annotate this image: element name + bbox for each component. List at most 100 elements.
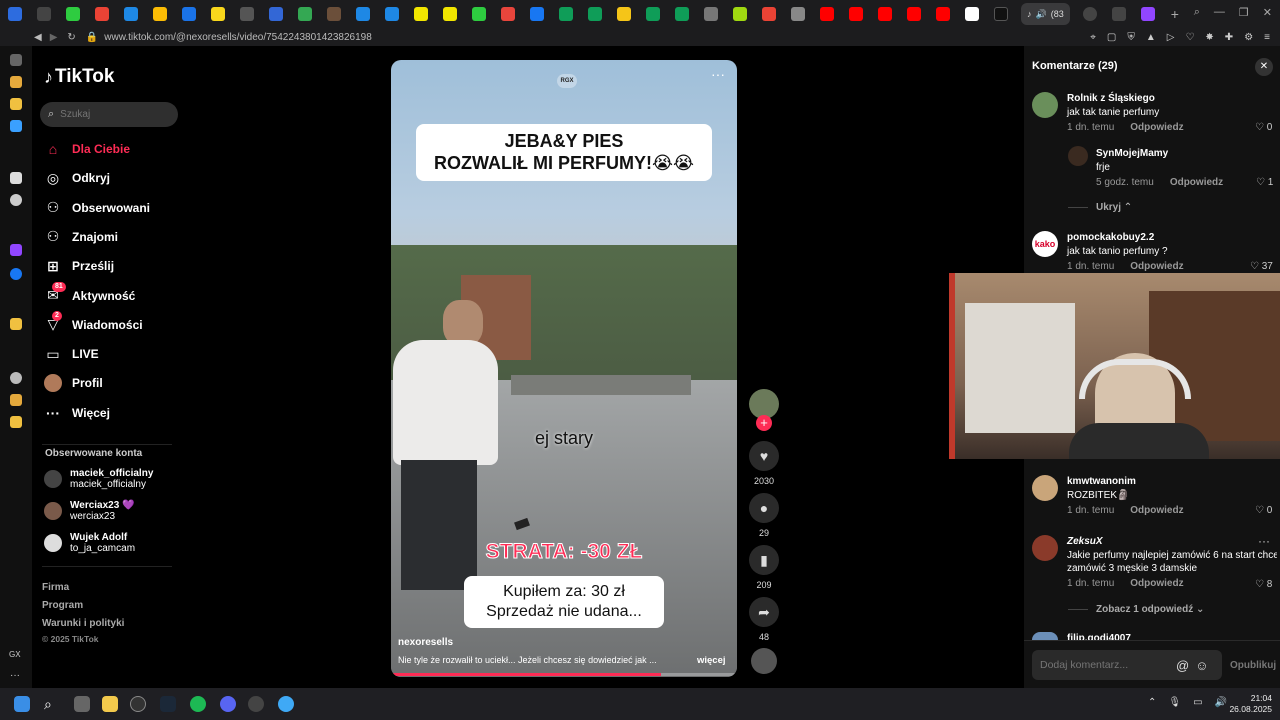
history-icon[interactable]	[10, 372, 22, 384]
bookmark-icon[interactable]: ⌖	[1090, 32, 1096, 43]
commenter-avatar[interactable]	[1032, 92, 1058, 118]
sidebar-app-icon[interactable]	[10, 172, 22, 184]
nav-item-home[interactable]: ⌂ Dla Ciebie	[44, 138, 130, 160]
windows-start-icon[interactable]	[14, 696, 30, 712]
youtube-tab-icon[interactable]	[819, 7, 834, 21]
forward-icon[interactable]: ▶	[50, 32, 58, 43]
tab-icon[interactable]	[703, 7, 718, 21]
nav-item-activity[interactable]: ✉ Aktywność 81	[44, 281, 135, 307]
mention-icon[interactable]: @	[1176, 658, 1189, 673]
settings-icon[interactable]	[10, 416, 22, 428]
restore-icon[interactable]: ❐	[1239, 6, 1249, 19]
play-icon[interactable]: ▷	[1167, 32, 1175, 43]
tab-icon[interactable]	[500, 7, 515, 21]
tab-icon[interactable]	[94, 7, 109, 21]
tab-icon[interactable]	[355, 7, 370, 21]
tiktok-logo[interactable]: ♪ TikTok	[44, 66, 114, 88]
tab-icon[interactable]	[471, 7, 486, 21]
tab-icon[interactable]	[181, 7, 196, 21]
tab-icon[interactable]	[558, 7, 573, 21]
tab-icon[interactable]	[790, 7, 805, 21]
new-tab-icon[interactable]: +	[1171, 6, 1179, 22]
tab-icon[interactable]	[36, 7, 51, 21]
spotify-icon[interactable]	[190, 696, 206, 712]
emoji-icon[interactable]: ☺	[1195, 658, 1208, 673]
commenter-avatar[interactable]	[1032, 475, 1058, 501]
close-icon[interactable]: ✕	[1255, 58, 1273, 76]
chevron-up-icon[interactable]: ⌃	[1148, 697, 1156, 708]
comment-user[interactable]: pomockakobuy2.2	[1067, 232, 1184, 243]
search-input[interactable]	[60, 109, 161, 120]
share-icon[interactable]: ➦	[749, 597, 779, 627]
comment-user[interactable]: kmwtwanonim	[1067, 476, 1184, 487]
nav-item-user-follow[interactable]: ⚇ Obserwowani	[44, 197, 150, 219]
menu-icon[interactable]: ≡	[1264, 32, 1270, 43]
extension-icon[interactable]: ▲	[1146, 32, 1156, 43]
comment-input-box[interactable]: @ ☺	[1032, 650, 1222, 680]
search-icon[interactable]: ⌕	[44, 696, 60, 712]
tab-icon[interactable]	[732, 7, 747, 21]
tab-icon[interactable]	[152, 7, 167, 21]
task-view-icon[interactable]	[74, 696, 90, 712]
nav-item-compass[interactable]: ◎ Odkryj	[44, 167, 110, 189]
heart-icon[interactable]: ♡	[1185, 32, 1194, 43]
screenshot-icon[interactable]: ▢	[1107, 32, 1116, 43]
bookmark-icon[interactable]: ▮	[749, 545, 779, 575]
comment-user[interactable]: ZeksuX	[1067, 536, 1277, 547]
tab-icon[interactable]	[297, 7, 312, 21]
tab-icon[interactable]	[384, 7, 399, 21]
comment-input[interactable]	[1040, 659, 1170, 671]
reply-button[interactable]: Odpowiedz	[1130, 261, 1183, 272]
nav-item-live[interactable]: ▭ LIVE	[44, 343, 98, 365]
twitch-icon[interactable]	[10, 244, 22, 256]
video-player[interactable]: RGX ··· JEBA&Y PIES ROZWALIŁ MI PERFUMY!…	[391, 60, 737, 677]
reply-button[interactable]: Odpowiedz	[1130, 505, 1183, 516]
tab-icon[interactable]	[326, 7, 341, 21]
tab-icon[interactable]	[616, 7, 631, 21]
commenter-avatar[interactable]	[1032, 535, 1058, 561]
tab-icon[interactable]	[964, 7, 979, 21]
opera-gx-icon[interactable]	[130, 696, 146, 712]
video-author[interactable]: nexoresells	[398, 637, 453, 648]
url-text[interactable]: www.tiktok.com/@nexoresells/video/754224…	[104, 32, 372, 43]
microphone-icon[interactable]: 🎙	[1168, 697, 1181, 708]
extension-icon[interactable]: ⚙	[1244, 32, 1253, 43]
comment-more-icon[interactable]: ···	[1258, 534, 1270, 548]
speaker-icon[interactable]: 🔊	[1036, 9, 1047, 20]
footer-link-terms[interactable]: Warunki i polityki	[42, 618, 124, 629]
reload-icon[interactable]: ↻	[67, 32, 75, 43]
steam-icon[interactable]	[160, 696, 176, 712]
comment-like[interactable]: ♡ 1	[1256, 177, 1273, 188]
heart-icon[interactable]: ♥	[749, 441, 779, 471]
tab-icon[interactable]	[442, 7, 457, 21]
youtube-tab-icon[interactable]	[935, 7, 950, 21]
tab-icon[interactable]	[1083, 7, 1098, 21]
back-icon[interactable]: ◀	[34, 32, 42, 43]
sidebar-app-icon[interactable]	[10, 194, 22, 206]
reply-button[interactable]: Odpowiedz	[1170, 177, 1223, 188]
tab-icon[interactable]	[413, 7, 428, 21]
file-explorer-icon[interactable]	[102, 696, 118, 712]
tab-icon[interactable]	[239, 7, 254, 21]
followed-account[interactable]: Wujek Adolf to_ja_camcam	[44, 532, 135, 554]
tab-icon[interactable]	[587, 7, 602, 21]
app-icon[interactable]	[248, 696, 264, 712]
sidebar-app-icon[interactable]	[10, 54, 22, 66]
network-icon[interactable]: ▭	[1193, 697, 1202, 708]
sidebar-app-icon[interactable]	[10, 98, 22, 110]
comment-user[interactable]: SynMojejMamy	[1096, 148, 1223, 159]
shield-icon[interactable]: ⛨	[1127, 32, 1135, 43]
reply-button[interactable]: Odpowiedz	[1130, 578, 1183, 589]
app-icon[interactable]	[278, 696, 294, 712]
tab-icon[interactable]	[529, 7, 544, 21]
nav-item-friends[interactable]: ⚇ Znajomi	[44, 226, 118, 248]
tab-icon[interactable]	[1112, 7, 1127, 21]
search-icon[interactable]: ⌕	[1194, 6, 1200, 19]
youtube-tab-icon[interactable]	[906, 7, 921, 21]
nav-item-more[interactable]: ··· Więcej	[44, 402, 110, 424]
tab-icon[interactable]	[268, 7, 283, 21]
followed-account[interactable]: maciek_officialny maciek_officialny	[44, 468, 153, 490]
tiktok-tab-icon[interactable]	[993, 7, 1008, 21]
nav-item-upload[interactable]: ⊞ Prześlij	[44, 255, 114, 277]
sidebar-app-icon[interactable]	[10, 394, 22, 406]
